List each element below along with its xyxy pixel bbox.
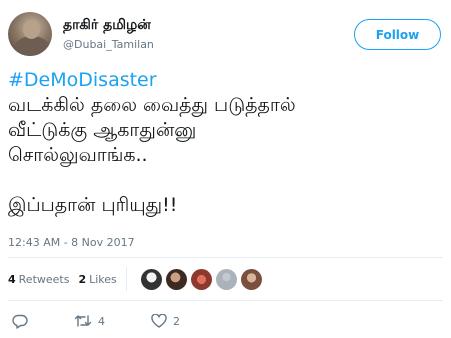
like-count: 2 bbox=[173, 314, 180, 328]
heart-icon bbox=[151, 314, 167, 328]
likes-stat[interactable]: 2 Likes bbox=[78, 273, 116, 286]
follow-button[interactable]: Follow bbox=[354, 19, 441, 50]
tweet-actions: 4 2 bbox=[12, 310, 226, 332]
liker-avatar[interactable] bbox=[190, 268, 212, 290]
stats-separator bbox=[125, 267, 127, 291]
tweet-timestamp[interactable]: 12:43 AM - 8 Nov 2017 bbox=[8, 236, 135, 249]
tweet-text: #DeMoDisaster வடக்கில் தலை வைத்து படுத்த… bbox=[8, 68, 443, 218]
likes-count: 2 bbox=[78, 272, 87, 286]
tweet-line: வடக்கில் தலை வைத்து படுத்தால் bbox=[8, 94, 296, 116]
like-button[interactable]: 2 bbox=[151, 314, 180, 328]
liker-avatar[interactable] bbox=[140, 268, 162, 290]
likes-label: Likes bbox=[89, 272, 117, 286]
tweet-line: இப்பதான் புரியுது!! bbox=[8, 194, 178, 216]
tweet-header: தாகிர் தமிழன் @Dubai_Tamilan Follow bbox=[8, 10, 443, 58]
reply-icon bbox=[12, 314, 28, 329]
avatar-body-shape bbox=[14, 36, 50, 56]
likers-avatars bbox=[140, 268, 266, 290]
avatar[interactable] bbox=[8, 12, 52, 56]
reply-button[interactable] bbox=[12, 314, 28, 329]
tweet-line: வீட்டுக்கு ஆகாதுன்னு bbox=[8, 119, 197, 141]
retweet-count: 4 bbox=[98, 314, 105, 328]
liker-avatar[interactable] bbox=[215, 268, 237, 290]
liker-avatar[interactable] bbox=[165, 268, 187, 290]
retweet-button[interactable]: 4 bbox=[74, 314, 105, 328]
divider bbox=[8, 257, 443, 258]
tweet-stats: 4 Retweets 2 Likes bbox=[8, 266, 266, 292]
hashtag-link[interactable]: #DeMoDisaster bbox=[8, 68, 443, 93]
user-display-name[interactable]: தாகிர் தமிழன் bbox=[63, 17, 151, 35]
tweet-line: சொல்லுவாங்க.. bbox=[8, 144, 148, 166]
retweets-count: 4 bbox=[8, 272, 16, 286]
avatar-head-shape bbox=[23, 20, 40, 39]
user-handle[interactable]: @Dubai_Tamilan bbox=[63, 38, 154, 51]
retweets-label: Retweets bbox=[18, 272, 70, 286]
retweet-icon bbox=[74, 314, 92, 328]
liker-avatar[interactable] bbox=[240, 268, 262, 290]
divider bbox=[8, 300, 443, 301]
retweets-stat[interactable]: 4 Retweets bbox=[8, 273, 69, 286]
